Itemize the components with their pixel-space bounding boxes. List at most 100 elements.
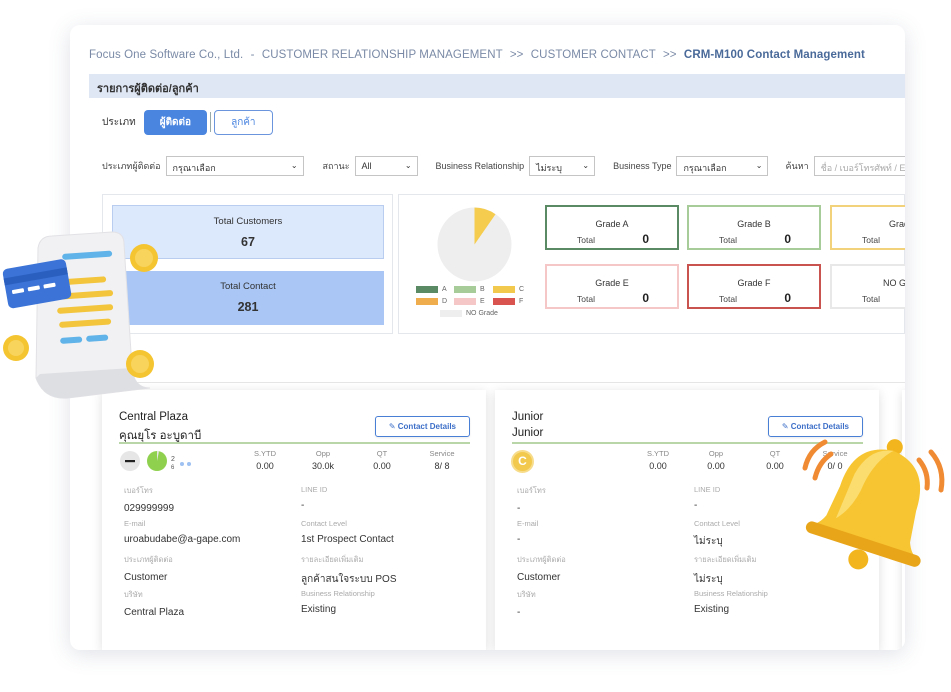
field-value: - (301, 500, 305, 511)
grade-e-card[interactable]: Grade E Total 0 (545, 264, 679, 309)
business-relationship-select[interactable]: ไม่ระบุ ⌄ (529, 156, 596, 176)
legend-item-a: A (416, 286, 447, 293)
divider (119, 442, 470, 444)
customer-type-button[interactable]: ลูกค้า (214, 109, 273, 135)
field-value: 1st Prospect Contact (301, 534, 394, 545)
legend-label: F (519, 298, 524, 305)
grade-total-label: Total (577, 294, 595, 304)
legend-item-d: D (416, 298, 447, 305)
metric-label: QT (769, 449, 781, 458)
grade-f-card[interactable]: Grade F Total 0 (687, 264, 821, 309)
svg-text:2: 2 (171, 456, 175, 463)
field-email: E-mail uroabudabe@a-gape.com (124, 519, 240, 545)
select-value: กรุณาเลือก (172, 163, 216, 173)
metric-value: 0.00 (707, 461, 725, 471)
field-line-id: LINE ID - (694, 485, 720, 511)
field-label: Business Relationship (301, 589, 375, 598)
legend-swatch (454, 298, 476, 305)
section-title: รายการผู้ติดต่อ/ลูกค้า (89, 74, 905, 98)
field-value: - (517, 607, 521, 618)
grade-a-card[interactable]: Grade A Total 0 (545, 205, 679, 250)
button-label: Contact Details (397, 422, 456, 431)
contact-type-select[interactable]: กรุณาเลือก ⌄ (165, 156, 304, 176)
breadcrumb-separator: >> (509, 49, 524, 61)
breadcrumb-submodule[interactable]: CUSTOMER CONTACT (531, 49, 656, 61)
field-company: บริษัท Central Plaza (124, 589, 184, 618)
field-phone: เบอร์โทร - (517, 485, 546, 514)
type-label: ประเภท (102, 116, 136, 128)
bell-icon (795, 428, 951, 583)
chevron-down-icon: ⌄ (582, 161, 590, 170)
grade-total-value: 0 (784, 291, 791, 305)
field-label: Contact Level (694, 519, 740, 528)
contact-company-name: Junior (512, 411, 544, 423)
status-select[interactable]: All ⌄ (354, 156, 418, 176)
grade-pie-chart (436, 206, 513, 288)
select-value: ไม่ระบุ (536, 163, 562, 173)
field-contact-type: ประเภทผู้ติดต่อ Customer (517, 554, 566, 583)
metric-value: 30.0k (311, 461, 335, 471)
legend-item-e: E (454, 298, 485, 305)
grade-name: NO Gra (882, 278, 905, 288)
field-contact-level: Contact Level ไม่ระบุ (694, 519, 740, 549)
grade-total-label: Total (862, 294, 880, 304)
status-indicators: 2 6 (119, 450, 199, 472)
breadcrumb-separator: >> (662, 49, 677, 61)
field-label: E-mail (517, 519, 539, 528)
legend-swatch (440, 310, 462, 317)
filter-row: ประเภทผู้ติดต่อ กรุณาเลือก ⌄ สถานะ All ⌄… (102, 156, 905, 176)
contact-details-button[interactable]: ✎ Contact Details (374, 416, 470, 437)
field-details: รายละเอียดเพิ่มเติมลูกค้าสนใจระบบ POS (301, 554, 397, 587)
grade-total-label: Total (577, 235, 595, 245)
field-value: Existing (694, 604, 730, 615)
grade-b-card[interactable]: Grade B Total 0 (687, 205, 821, 250)
divider (102, 382, 905, 383)
grade-name: Grade B (737, 219, 771, 229)
svg-text:6: 6 (171, 465, 175, 471)
pencil-icon: ✎ (781, 422, 789, 431)
grade-panel: A B C D E F NO Grade Grade A Total 0 Gra… (398, 194, 905, 334)
field-label: ประเภทผู้ติดต่อ (517, 555, 566, 564)
field-label: LINE ID (694, 485, 721, 494)
field-value: Customer (517, 572, 561, 583)
field-value: - (694, 500, 698, 511)
contact-person-name: Junior (512, 427, 544, 439)
breadcrumb-current: CRM-M100 Contact Management (683, 49, 865, 61)
avatar-letter: C (518, 454, 527, 468)
legend-label: C (519, 286, 525, 293)
search-input[interactable]: ชื่อ / เบอร์โทรศัพท์ / E-m (813, 156, 905, 176)
field-contact-type: ประเภทผู้ติดต่อ Customer (124, 554, 173, 583)
metric-label: QT (376, 449, 388, 458)
breadcrumb-company[interactable]: Focus One Software Co., Ltd. (89, 49, 243, 61)
grade-total-value: 0 (642, 232, 649, 246)
business-type-select[interactable]: กรุณาเลือก ⌄ (676, 156, 769, 176)
field-label: รายละเอียดเพิ่มเติม (301, 555, 364, 564)
field-business-relationship: Business Relationship Existing (694, 589, 768, 615)
field-value: uroabudabe@a-gape.com (124, 534, 241, 545)
metric-value: 0.00 (373, 461, 391, 471)
legend-swatch (416, 286, 438, 293)
contact-type-button[interactable]: ผู้ติดต่อ (143, 109, 208, 135)
no-grade-card[interactable]: NO Gra Total (830, 264, 905, 309)
legend-item-c: C (493, 286, 524, 293)
metric-value: 8/ 8 (434, 461, 450, 471)
contact-card-central-plaza[interactable]: Central Plaza คุณยุโร อะบูดาบี ✎ Contact… (102, 390, 486, 650)
grade-total-value: 0 (784, 232, 791, 246)
grade-c-card[interactable]: Grade Total (830, 205, 905, 250)
type-selector: ประเภท ผู้ติดต่อ ลูกค้า (102, 109, 273, 135)
field-phone: เบอร์โทร 029999999 (124, 485, 174, 514)
field-label: เบอร์โทร (124, 486, 153, 495)
breadcrumb-module[interactable]: CUSTOMER RELATIONSHIP MANAGEMENT (262, 49, 503, 61)
metric-sytd: S.YTD 0.00 (240, 449, 290, 471)
field-value: ลูกค้าสนใจระบบ POS (301, 574, 397, 585)
field-value: Customer (124, 572, 168, 583)
metric-service: Service 8/ 8 (417, 449, 467, 471)
legend-label: A (442, 286, 447, 293)
business-type-label: Business Type (613, 161, 672, 171)
field-label: E-mail (124, 519, 146, 528)
chevron-down-icon: ⌄ (755, 161, 763, 170)
grade-total-label: Total (719, 294, 737, 304)
grade-name: Grade A (595, 219, 629, 229)
grade-total-label: Total (862, 235, 880, 245)
field-line-id: LINE ID - (301, 485, 327, 511)
